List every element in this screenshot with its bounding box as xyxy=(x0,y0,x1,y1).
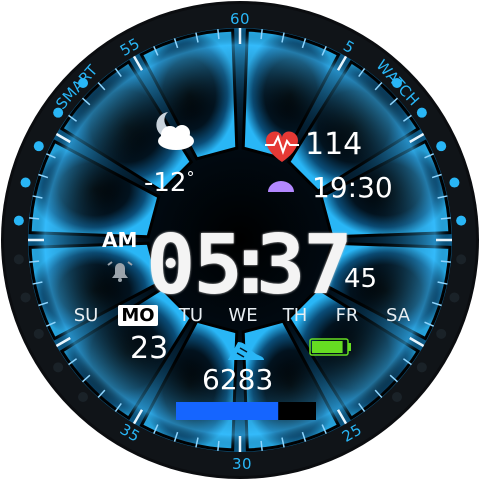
indicator-dot xyxy=(416,107,427,118)
temperature: -12° xyxy=(144,168,195,198)
temperature-unit: ° xyxy=(186,168,195,187)
bezel-mark-60: 60 xyxy=(230,10,251,28)
minute-tick xyxy=(440,217,451,220)
indicator-dot xyxy=(33,328,44,339)
indicator-dot xyxy=(20,292,31,303)
indicator-dot xyxy=(449,292,460,303)
date-day: 23 xyxy=(130,331,169,366)
indicator-dot xyxy=(456,215,467,226)
indicator-dot xyxy=(436,141,447,152)
minute-tick xyxy=(440,260,451,263)
indicator-dot xyxy=(456,254,467,265)
ampm-indicator: AM xyxy=(102,228,138,252)
weekday-th: TH xyxy=(282,305,308,326)
bezel-mark-30: 30 xyxy=(232,455,253,473)
weekday-mo: MO xyxy=(118,305,158,326)
minute-tick xyxy=(29,217,40,220)
indicator-dot xyxy=(20,177,31,188)
minute-tick xyxy=(260,440,263,451)
weekday-sa: SA xyxy=(385,305,411,326)
time-minutes: 37 xyxy=(256,218,353,313)
sunset-time: 19:30 xyxy=(312,171,393,204)
minute-tick xyxy=(260,29,263,40)
indicator-dot xyxy=(13,254,24,265)
weekday-tu: TU xyxy=(178,305,204,326)
indicator-dot xyxy=(33,141,44,152)
steps-count: 6283 xyxy=(202,363,274,396)
steps-progress-fill xyxy=(176,402,279,420)
time-seconds: 45 xyxy=(344,264,378,294)
indicator-dot xyxy=(449,177,460,188)
indicator-dot xyxy=(13,215,24,226)
indicator-dot xyxy=(436,328,447,339)
weekday-fr: FR xyxy=(335,305,359,326)
minute-tick xyxy=(217,440,220,451)
indicator-dot xyxy=(391,391,402,402)
heart-rate-value: 114 xyxy=(305,127,363,162)
indicator-dot xyxy=(53,362,64,373)
weekday-we: WE xyxy=(228,305,258,326)
indicator-dot xyxy=(416,362,427,373)
minute-tick xyxy=(217,29,220,40)
temperature-value: -12 xyxy=(144,168,187,198)
minute-tick xyxy=(29,260,40,263)
indicator-dot xyxy=(78,391,89,402)
weekday-su: SU xyxy=(73,305,99,326)
